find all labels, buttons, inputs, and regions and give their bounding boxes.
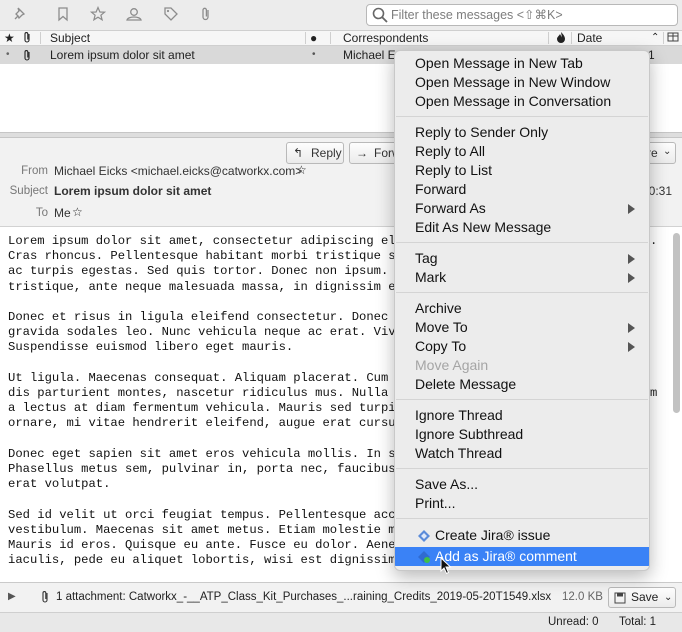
date-column-header[interactable]: Date bbox=[577, 31, 602, 45]
mouse-pointer-icon bbox=[440, 556, 452, 575]
subject-column-header[interactable]: Subject bbox=[50, 31, 90, 45]
save-attachment-button[interactable]: Save ⌄ bbox=[608, 587, 676, 608]
correspondents-column-header[interactable]: Correspondents bbox=[343, 31, 428, 45]
column-picker-icon[interactable] bbox=[667, 31, 679, 46]
menu-mark[interactable]: Mark bbox=[395, 268, 649, 287]
search-icon bbox=[371, 6, 389, 24]
attachment-column-icon[interactable] bbox=[22, 31, 32, 47]
submenu-arrow-icon bbox=[628, 323, 635, 333]
save-icon bbox=[614, 588, 626, 610]
menu-create-jira-issue[interactable]: Create Jira® issue bbox=[395, 526, 649, 545]
to-value[interactable]: Me bbox=[54, 206, 71, 220]
unread-column-icon[interactable]: ● bbox=[310, 31, 317, 45]
submenu-arrow-icon bbox=[628, 204, 635, 214]
menu-reply-all[interactable]: Reply to All bbox=[395, 142, 649, 161]
row-correspondent: Michael E bbox=[343, 48, 396, 62]
from-label: From bbox=[21, 165, 48, 177]
menu-ignore-subthread[interactable]: Ignore Subthread bbox=[395, 425, 649, 444]
menu-open-in-new-window[interactable]: Open Message in New Window bbox=[395, 73, 649, 92]
save-dropdown-icon[interactable]: ⌄ bbox=[664, 588, 672, 607]
menu-watch-thread[interactable]: Watch Thread bbox=[395, 444, 649, 463]
menu-tag[interactable]: Tag bbox=[395, 249, 649, 268]
from-value[interactable]: Michael Eicks <michael.eicks@catworkx.co… bbox=[54, 164, 302, 178]
menu-move-to[interactable]: Move To bbox=[395, 318, 649, 337]
status-bar: Unread: 0 Total: 1 bbox=[0, 612, 682, 632]
reply-button[interactable]: ↰ Reply bbox=[286, 142, 344, 164]
menu-forward[interactable]: Forward bbox=[395, 180, 649, 199]
body-scrollbar[interactable] bbox=[672, 227, 680, 582]
filter-messages-input[interactable] bbox=[391, 6, 671, 24]
menu-open-in-conversation[interactable]: Open Message in Conversation bbox=[395, 92, 649, 111]
menu-separator bbox=[396, 518, 648, 519]
subject-label: Subject bbox=[9, 185, 48, 197]
junk-column-icon[interactable] bbox=[556, 31, 566, 46]
attachment-bar: ▶ 1 attachment: Catworkx_-__ATP_Class_Ki… bbox=[0, 582, 682, 612]
total-count: Total: 1 bbox=[619, 616, 657, 628]
menu-open-in-new-tab[interactable]: Open Message in New Tab bbox=[395, 54, 649, 73]
body-overflow-char: m bbox=[650, 386, 658, 400]
scrollbar-thumb[interactable] bbox=[673, 233, 680, 413]
menu-ignore-thread[interactable]: Ignore Thread bbox=[395, 406, 649, 425]
expand-attachments-icon[interactable]: ▶ bbox=[8, 583, 16, 611]
menu-forward-as[interactable]: Forward As bbox=[395, 199, 649, 218]
starred-column-icon[interactable]: ★ bbox=[4, 31, 15, 45]
menu-edit-as-new[interactable]: Edit As New Message bbox=[395, 218, 649, 237]
submenu-arrow-icon bbox=[628, 254, 635, 264]
add-contact-star-icon[interactable]: ☆ bbox=[296, 163, 307, 177]
body-overflow-char: . bbox=[650, 234, 658, 248]
star-toggle-icon[interactable]: • bbox=[6, 46, 10, 64]
submenu-arrow-icon bbox=[628, 273, 635, 283]
row-subject: Lorem ipsum dolor sit amet bbox=[50, 48, 195, 62]
jira-issue-icon bbox=[417, 529, 431, 543]
submenu-arrow-icon bbox=[628, 342, 635, 352]
thread-column-header: ★ Subject ● Correspondents Date ⌃ bbox=[0, 31, 682, 46]
read-status-icon[interactable]: • bbox=[312, 46, 316, 64]
unread-count: Unread: 0 bbox=[548, 616, 599, 628]
forward-button[interactable]: → Forw bbox=[349, 142, 397, 164]
bookmark-icon[interactable] bbox=[54, 6, 72, 24]
menu-print[interactable]: Print... bbox=[395, 494, 649, 513]
menu-delete-message[interactable]: Delete Message bbox=[395, 375, 649, 394]
star-icon[interactable] bbox=[89, 5, 107, 24]
chevron-down-icon: ⌄ bbox=[663, 146, 672, 157]
filter-messages-field[interactable] bbox=[366, 4, 678, 26]
attachment-indicator-icon bbox=[22, 46, 32, 67]
menu-copy-to[interactable]: Copy To bbox=[395, 337, 649, 356]
reply-icon: ↰ bbox=[293, 146, 304, 160]
menu-add-jira-comment[interactable]: Add as Jira® comment bbox=[395, 547, 649, 566]
forward-icon: → bbox=[356, 146, 368, 160]
attachment-name[interactable]: 1 attachment: Catworkx_-__ATP_Class_Kit_… bbox=[56, 583, 551, 611]
paperclip-icon[interactable] bbox=[197, 6, 215, 24]
attachment-size: 12.0 KB bbox=[562, 591, 603, 603]
pin-icon[interactable] bbox=[11, 6, 29, 24]
menu-move-again: Move Again bbox=[415, 357, 489, 373]
contact-icon[interactable] bbox=[125, 6, 143, 24]
menu-separator bbox=[396, 116, 648, 117]
menu-separator bbox=[396, 399, 648, 400]
sort-ascending-icon[interactable]: ⌃ bbox=[651, 31, 659, 45]
to-contact-star-icon[interactable]: ☆ bbox=[72, 205, 83, 219]
attachment-paperclip-icon bbox=[40, 583, 50, 615]
menu-separator bbox=[396, 242, 648, 243]
message-body-text: Lorem ipsum dolor sit amet, consectetur … bbox=[8, 234, 403, 568]
menu-archive[interactable]: Archive bbox=[395, 299, 649, 318]
menu-save-as[interactable]: Save As... bbox=[395, 475, 649, 494]
menu-reply-sender-only[interactable]: Reply to Sender Only bbox=[395, 123, 649, 142]
jira-comment-icon bbox=[417, 550, 431, 564]
to-label: To bbox=[35, 207, 48, 219]
tag-icon[interactable] bbox=[162, 6, 180, 24]
menu-separator bbox=[396, 292, 648, 293]
menu-reply-list[interactable]: Reply to List bbox=[395, 161, 649, 180]
quick-filter-bar bbox=[0, 0, 682, 31]
menu-separator bbox=[396, 468, 648, 469]
message-context-menu: Open Message in New Tab Open Message in … bbox=[394, 50, 650, 571]
subject-value: Lorem ipsum dolor sit amet bbox=[54, 184, 212, 198]
